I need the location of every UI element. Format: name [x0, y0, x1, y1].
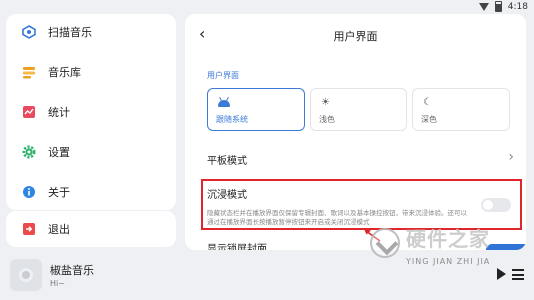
- theme-option-follow-system[interactable]: 跟随系统: [207, 88, 305, 131]
- song-artist: Hi~: [50, 279, 65, 288]
- sidebar-item-label: 关于: [48, 186, 70, 199]
- status-bar: 4:18: [0, 0, 534, 14]
- music-library-icon: [22, 65, 36, 79]
- theme-option-label: 浅色: [319, 115, 335, 124]
- sidebar-item-settings[interactable]: 设置: [6, 134, 176, 170]
- sidebar-item-label: 设置: [48, 146, 70, 159]
- theme-option-dark[interactable]: ☾ 深色: [412, 88, 510, 131]
- watermark-logo-icon: [370, 228, 400, 258]
- stats-icon: [22, 105, 36, 119]
- exit-label: 退出: [48, 223, 70, 236]
- sidebar-item-music-library[interactable]: 音乐库: [6, 54, 176, 90]
- theme-option-label: 跟随系统: [216, 115, 248, 124]
- watermark-pinyin: YING JIAN ZHI JIA: [406, 257, 491, 266]
- sidebar-item-stats[interactable]: 统计: [6, 94, 176, 130]
- info-icon: [22, 185, 36, 199]
- chevron-right-icon: ›: [508, 149, 514, 165]
- album-art: [10, 259, 42, 291]
- section-title: 用户界面: [207, 71, 239, 80]
- android-icon: [218, 100, 230, 107]
- page-title: 用户界面: [333, 30, 378, 43]
- sidebar-exit-card: 退出: [6, 211, 176, 247]
- exit-icon: [22, 222, 36, 236]
- sidebar: 扫描音乐 音乐库 统计 设置 关于 退出: [6, 14, 176, 249]
- sidebar-item-scan-music[interactable]: 扫描音乐: [6, 14, 176, 50]
- sidebar-item-label: 音乐库: [48, 66, 81, 79]
- sun-icon: ☀: [321, 97, 330, 108]
- watermark-title: 硬件之家: [406, 227, 490, 251]
- scan-music-icon: [22, 25, 36, 39]
- theme-option-label: 深色: [421, 115, 437, 124]
- sidebar-item-about[interactable]: 关于: [6, 174, 176, 210]
- exit-button[interactable]: 退出: [6, 211, 176, 247]
- lockscreen-cover-row[interactable]: 显示锁屏封面: [207, 240, 267, 250]
- battery-icon: [494, 1, 502, 12]
- sidebar-menu: 扫描音乐 音乐库 统计 设置 关于: [6, 14, 176, 210]
- song-title: 椒盐音乐: [50, 264, 94, 277]
- sidebar-item-label: 统计: [48, 106, 70, 119]
- settings-gear-icon: [22, 145, 36, 159]
- status-right: 4:18: [478, 1, 528, 12]
- wifi-icon: [478, 2, 489, 11]
- tablet-mode-row[interactable]: 平板模式: [207, 152, 247, 167]
- highlight-annotation: [201, 179, 522, 230]
- watermark: 硬件之家 YING JIAN ZHI JIA: [366, 226, 531, 271]
- moon-icon: ☾: [423, 97, 432, 108]
- disc-icon: [19, 268, 33, 282]
- sidebar-item-label: 扫描音乐: [48, 26, 92, 39]
- theme-option-light[interactable]: ☀ 浅色: [310, 88, 407, 131]
- clock: 4:18: [507, 1, 528, 12]
